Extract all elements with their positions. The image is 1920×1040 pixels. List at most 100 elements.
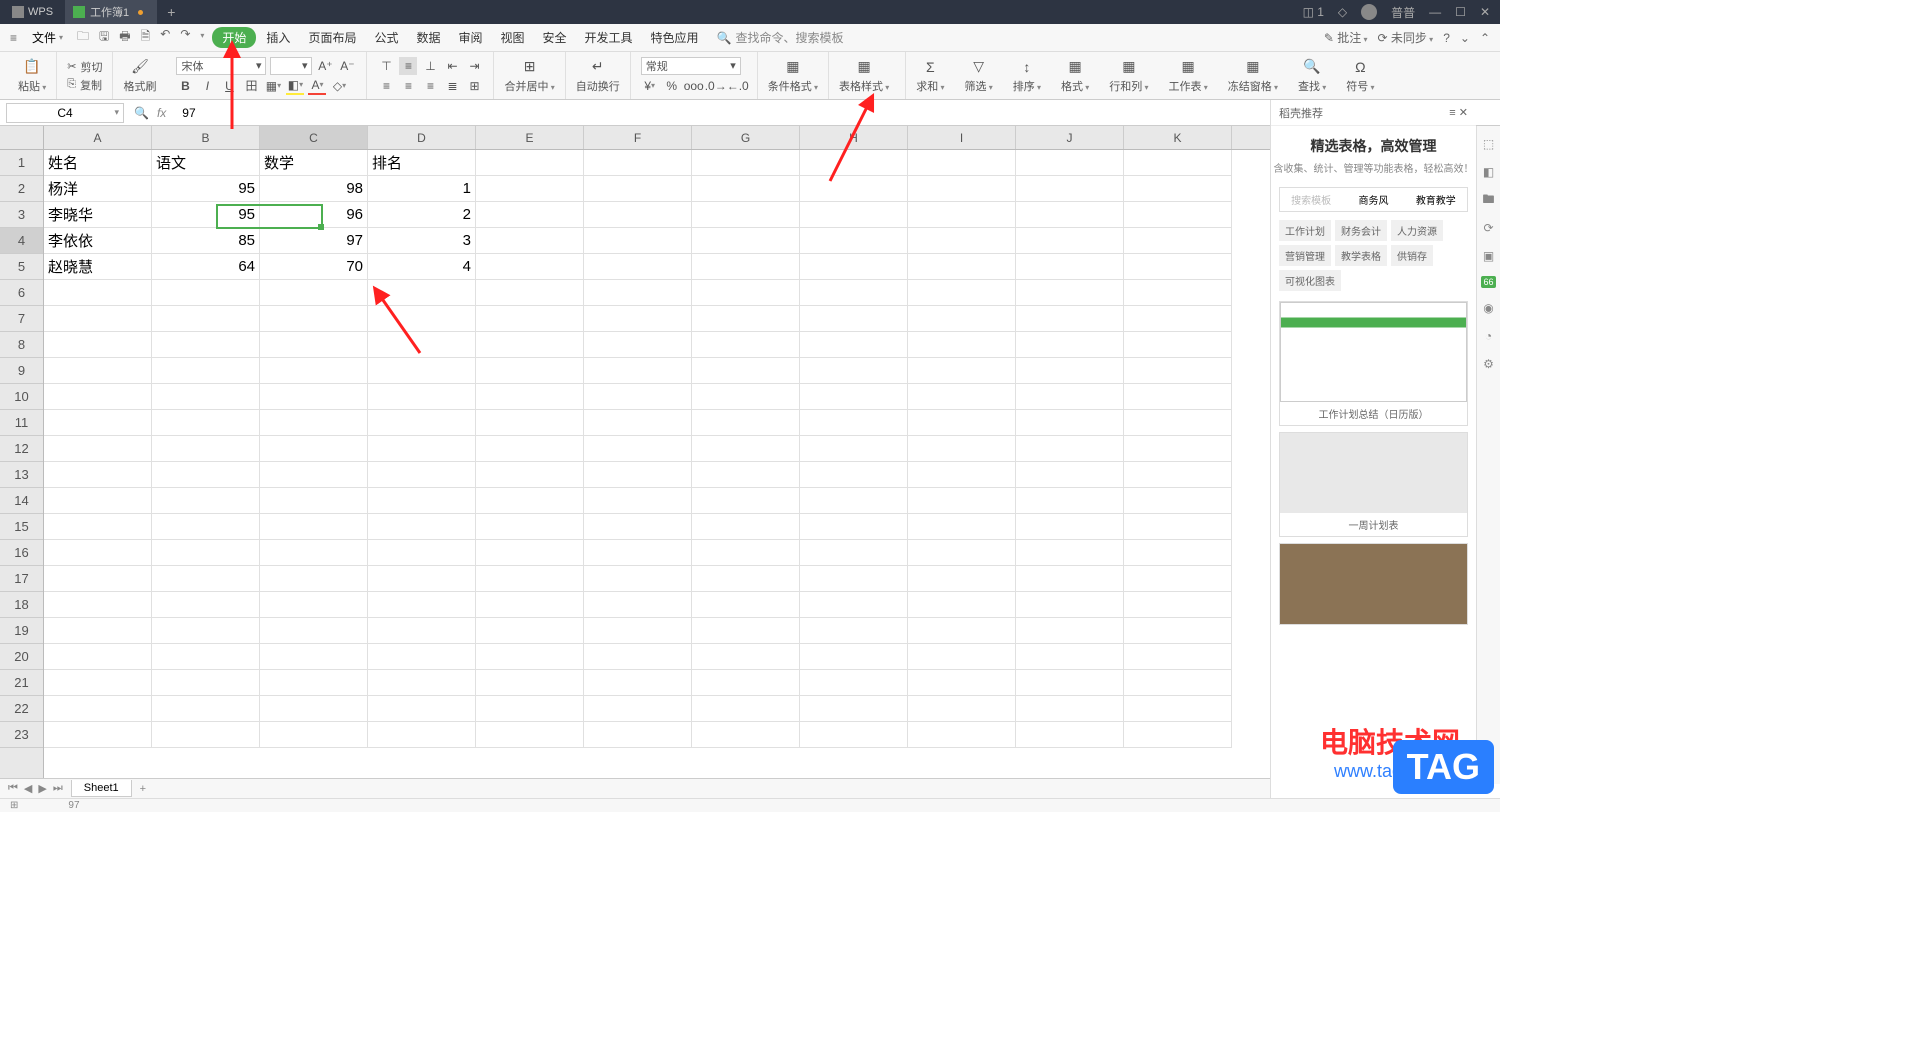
- format-painter-button[interactable]: 🖌格式刷: [119, 58, 160, 94]
- cell-I6[interactable]: [908, 280, 1016, 306]
- cell-A5[interactable]: 赵晓慧: [44, 254, 152, 280]
- window-badge-icon[interactable]: ◫ 1: [1303, 5, 1324, 19]
- template-card-1[interactable]: 工作计划总结（日历版）: [1279, 301, 1468, 426]
- cell-C13[interactable]: [260, 462, 368, 488]
- cell-E10[interactable]: [476, 384, 584, 410]
- cell-H20[interactable]: [800, 644, 908, 670]
- justify-button[interactable]: ≣: [443, 77, 461, 95]
- cell-E9[interactable]: [476, 358, 584, 384]
- cell-E15[interactable]: [476, 514, 584, 540]
- cell-F14[interactable]: [584, 488, 692, 514]
- row-head-14[interactable]: 14: [0, 488, 43, 514]
- cell-E6[interactable]: [476, 280, 584, 306]
- tab-special[interactable]: 特色应用: [643, 29, 707, 46]
- cell-J18[interactable]: [1016, 592, 1124, 618]
- increase-decimal-button[interactable]: .0→: [707, 77, 725, 95]
- col-head-C[interactable]: C: [260, 126, 368, 149]
- cell-E12[interactable]: [476, 436, 584, 462]
- cell-C4[interactable]: 97: [260, 228, 368, 254]
- cell-C12[interactable]: [260, 436, 368, 462]
- cell-A13[interactable]: [44, 462, 152, 488]
- annotate-button[interactable]: ✎ 批注: [1324, 29, 1368, 46]
- cell-J9[interactable]: [1016, 358, 1124, 384]
- row-head-19[interactable]: 19: [0, 618, 43, 644]
- cell-F11[interactable]: [584, 410, 692, 436]
- row-head-20[interactable]: 20: [0, 644, 43, 670]
- cell-H3[interactable]: [800, 202, 908, 228]
- cell-K16[interactable]: [1124, 540, 1232, 566]
- cell-G19[interactable]: [692, 618, 800, 644]
- cell-D17[interactable]: [368, 566, 476, 592]
- cell-F10[interactable]: [584, 384, 692, 410]
- cell-H14[interactable]: [800, 488, 908, 514]
- cell-G3[interactable]: [692, 202, 800, 228]
- tab-home[interactable]: 开始: [212, 27, 256, 48]
- cell-G6[interactable]: [692, 280, 800, 306]
- cell-K4[interactable]: [1124, 228, 1232, 254]
- row-head-9[interactable]: 9: [0, 358, 43, 384]
- cell-D13[interactable]: [368, 462, 476, 488]
- cell-B20[interactable]: [152, 644, 260, 670]
- cell-G9[interactable]: [692, 358, 800, 384]
- cell-D14[interactable]: [368, 488, 476, 514]
- col-head-H[interactable]: H: [800, 126, 908, 149]
- align-middle-button[interactable]: ≡: [399, 57, 417, 75]
- sheet-nav-prev[interactable]: ◀: [24, 782, 32, 795]
- cell-H22[interactable]: [800, 696, 908, 722]
- tab-view[interactable]: 视图: [493, 29, 533, 46]
- tab-formula[interactable]: 公式: [366, 29, 406, 46]
- cell-A18[interactable]: [44, 592, 152, 618]
- row-head-16[interactable]: 16: [0, 540, 43, 566]
- tab-layout[interactable]: 页面布局: [300, 29, 364, 46]
- cell-E19[interactable]: [476, 618, 584, 644]
- cell-B5[interactable]: 64: [152, 254, 260, 280]
- indent-right-button[interactable]: ⇥: [465, 57, 483, 75]
- cell-D7[interactable]: [368, 306, 476, 332]
- ribbon-min-icon[interactable]: ⌄: [1460, 31, 1470, 45]
- select-all-corner[interactable]: [0, 126, 44, 150]
- close-button[interactable]: ✕: [1480, 5, 1490, 19]
- add-sheet-button[interactable]: +: [132, 783, 154, 795]
- cell-J2[interactable]: [1016, 176, 1124, 202]
- tab-security[interactable]: 安全: [535, 29, 575, 46]
- cell-I21[interactable]: [908, 670, 1016, 696]
- cell-D20[interactable]: [368, 644, 476, 670]
- formula-input[interactable]: 97: [176, 106, 1270, 120]
- orientation-button[interactable]: ⊞: [465, 77, 483, 95]
- cell-G11[interactable]: [692, 410, 800, 436]
- cell-I10[interactable]: [908, 384, 1016, 410]
- cell-E1[interactable]: [476, 150, 584, 176]
- cell-A20[interactable]: [44, 644, 152, 670]
- font-size-selector[interactable]: ▾: [270, 57, 312, 75]
- sidebar-backup-icon[interactable]: ⟳: [1481, 220, 1497, 236]
- cell-J4[interactable]: [1016, 228, 1124, 254]
- col-head-F[interactable]: F: [584, 126, 692, 149]
- sheet-nav-last[interactable]: ⏭: [53, 782, 63, 795]
- row-head-1[interactable]: 1: [0, 150, 43, 176]
- cell-I17[interactable]: [908, 566, 1016, 592]
- panel-tab-search[interactable]: 搜索模板: [1280, 188, 1342, 211]
- cell-C18[interactable]: [260, 592, 368, 618]
- cell-G20[interactable]: [692, 644, 800, 670]
- cell-J21[interactable]: [1016, 670, 1124, 696]
- border-button[interactable]: ▦: [264, 77, 282, 95]
- col-head-K[interactable]: K: [1124, 126, 1232, 149]
- document-tab[interactable]: 工作簿1: [65, 0, 157, 24]
- ribbon-options-icon[interactable]: ⌃: [1480, 31, 1490, 45]
- cell-C16[interactable]: [260, 540, 368, 566]
- cell-E4[interactable]: [476, 228, 584, 254]
- align-right-button[interactable]: ≡: [421, 77, 439, 95]
- cell-H12[interactable]: [800, 436, 908, 462]
- cell-I19[interactable]: [908, 618, 1016, 644]
- cell-K15[interactable]: [1124, 514, 1232, 540]
- cell-F12[interactable]: [584, 436, 692, 462]
- fx-label-icon[interactable]: fx: [157, 106, 166, 120]
- maximize-button[interactable]: ☐: [1455, 5, 1466, 19]
- cell-F21[interactable]: [584, 670, 692, 696]
- cell-G2[interactable]: [692, 176, 800, 202]
- cell-H1[interactable]: [800, 150, 908, 176]
- cell-J12[interactable]: [1016, 436, 1124, 462]
- indent-left-button[interactable]: ⇤: [443, 57, 461, 75]
- percent-button[interactable]: %: [663, 77, 681, 95]
- cell-K12[interactable]: [1124, 436, 1232, 462]
